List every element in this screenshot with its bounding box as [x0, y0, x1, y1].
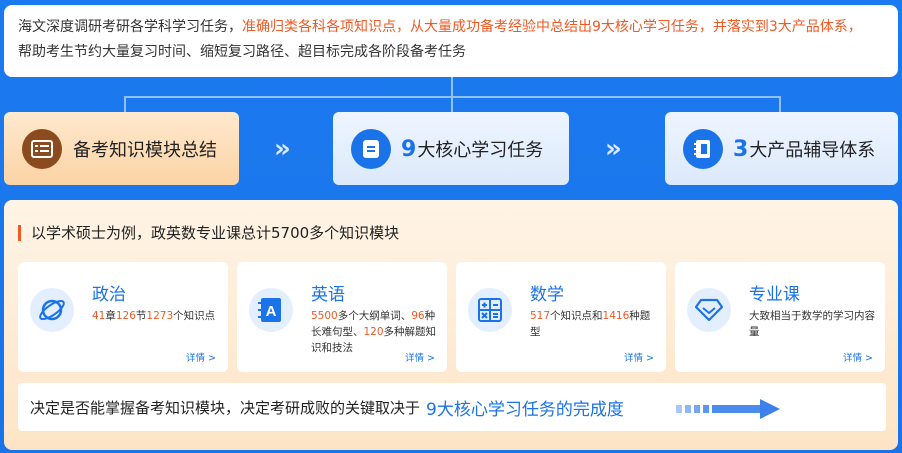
panel-title: 以学术硕士为例，政英数专业课总计5700多个知识模块 — [18, 222, 399, 243]
connector-middle — [451, 96, 453, 112]
page: 海文深度调研考研各学科学习任务，准确归类各科各项知识点，从大量成功备考经验中总结… — [0, 0, 902, 453]
card-description: 5500多个大纲单词、96种长难句型、120多种解题知识和技法 — [311, 310, 437, 354]
svg-text:A: A — [266, 303, 277, 320]
details-link[interactable]: 详情 > — [186, 350, 216, 364]
card-math[interactable]: 数学 517个知识点和1416种题型 详情 > — [456, 262, 666, 372]
chevron-right-icon: » — [274, 134, 291, 164]
intro-box: 海文深度调研考研各学科学习任务，准确归类各科各项知识点，从大量成功备考经验中总结… — [4, 5, 898, 77]
connector-vertical-top — [451, 77, 453, 97]
planet-icon — [30, 288, 74, 332]
notebook-icon — [683, 128, 723, 169]
step-product-system[interactable]: 3大产品辅导体系 — [665, 112, 898, 185]
conclusion-emphasis: 9大核心学习任务的完成度 — [426, 399, 624, 420]
card-description: 41章126节1273个知识点 — [92, 310, 216, 322]
card-title: 专业课 — [749, 285, 800, 305]
calculator-icon — [468, 288, 512, 332]
step-label: 9大核心学习任务 — [401, 136, 544, 162]
card-description: 517个知识点和1416种题型 — [530, 310, 651, 338]
intro-text-highlight: 准确归类各科各项知识点，从大量成功备考经验中总结出9大核心学习任务，并落实到3大… — [242, 19, 862, 35]
step-knowledge-summary[interactable]: 备考知识模块总结 — [4, 112, 239, 185]
chevron-right-icon: » — [605, 134, 622, 164]
step-core-tasks[interactable]: 9大核心学习任务 — [333, 112, 569, 185]
list-icon — [22, 128, 62, 169]
details-link[interactable]: 详情 > — [624, 350, 654, 364]
conclusion-bar: 决定是否能掌握备考知识模块，决定考研成败的关键取决于 9大核心学习任务的完成度 — [18, 383, 886, 431]
card-major-course[interactable]: 专业课 大致相当于数学的学习内容量 详情 > — [675, 262, 885, 372]
intro-line-2: 帮助考生节约大量复习时间、缩短复习路径、超目标完成各阶段备考任务 — [18, 44, 466, 60]
step-label: 备考知识模块总结 — [73, 139, 217, 161]
step-label: 3大产品辅导体系 — [733, 136, 876, 162]
document-icon — [351, 128, 391, 169]
connector-left — [124, 96, 126, 112]
card-description: 大致相当于数学的学习内容量 — [749, 310, 875, 338]
card-title: 政治 — [92, 285, 126, 305]
card-english[interactable]: A 英语 5500多个大纲单词、96种长难句型、120多种解题知识和技法 详情 … — [237, 262, 447, 372]
title-accent-bar — [18, 224, 21, 241]
arrow-right-icon — [676, 399, 780, 423]
intro-line-1: 海文深度调研考研各学科学习任务，准确归类各科各项知识点，从大量成功备考经验中总结… — [18, 15, 884, 40]
details-link[interactable]: 详情 > — [405, 350, 435, 364]
knowledge-panel: 以学术硕士为例，政英数专业课总计5700多个知识模块 政治 41章126节127… — [4, 200, 898, 450]
conclusion-text: 决定是否能掌握备考知识模块，决定考研成败的关键取决于 — [30, 398, 421, 417]
card-politics[interactable]: 政治 41章126节1273个知识点 详情 > — [18, 262, 228, 372]
card-title: 英语 — [311, 285, 345, 305]
card-title: 数学 — [530, 285, 564, 305]
connector-right — [779, 96, 781, 112]
details-link[interactable]: 详情 > — [843, 350, 873, 364]
diamond-icon — [687, 288, 731, 332]
letter-book-icon: A — [249, 288, 293, 332]
intro-text-plain: 海文深度调研考研各学科学习任务， — [18, 19, 242, 35]
